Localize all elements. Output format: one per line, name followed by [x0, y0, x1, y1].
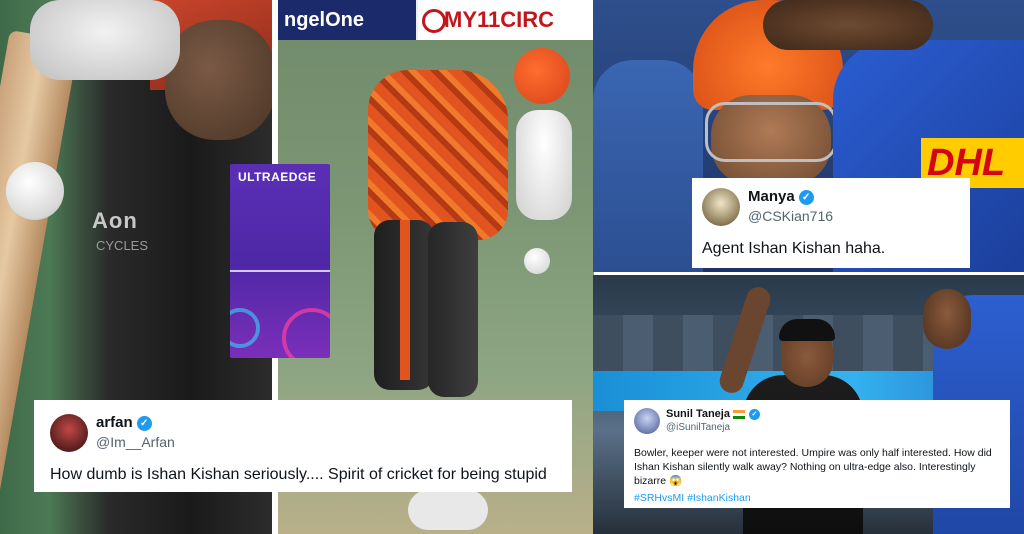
avatar[interactable]: [50, 414, 88, 452]
trouser-stripe: [400, 220, 410, 380]
batter-arm: [165, 20, 272, 140]
cricket-ball: [524, 248, 550, 274]
decorative-swirl: [282, 308, 330, 358]
decorative-swirl: [230, 308, 260, 348]
hand-on-helmet: [763, 0, 933, 50]
ultraedge-waveform-line: [230, 270, 330, 272]
batsman-shoe: [408, 490, 488, 530]
tweet-author-handle[interactable]: @Im__Arfan: [96, 434, 175, 450]
batting-pad-right: [428, 222, 478, 397]
tweet-text: Bowler, keeper were not interested. Umpi…: [634, 447, 992, 487]
batsman-helmet: [514, 48, 570, 104]
batting-glove: [30, 0, 180, 80]
tweet-author-name: arfan: [96, 414, 133, 431]
fielder-blurred: [593, 60, 703, 272]
tweet-card-arfan[interactable]: arfan ✓ @Im__Arfan How dumb is Ishan Kish…: [34, 400, 572, 492]
umpire-cap: [779, 319, 835, 341]
avatar[interactable]: [702, 188, 740, 226]
shirt-logo-sub: CYCLES: [96, 238, 149, 253]
avatar[interactable]: [634, 408, 660, 434]
helmet-grille: [705, 102, 837, 162]
verified-badge-icon: ✓: [748, 408, 760, 420]
verified-badge-icon: ✓: [798, 189, 814, 205]
tweet-card-manya[interactable]: Manya ✓ @CSKian716 Agent Ishan Kishan hah…: [692, 178, 970, 268]
advertising-board: ngelOne MY11CIRC: [278, 0, 594, 40]
tweet-author-handle[interactable]: @iSunilTaneja: [666, 422, 730, 433]
ultraedge-label: ULTRAEDGE: [238, 170, 317, 184]
tweet-author-handle[interactable]: @CSKian716: [748, 208, 833, 224]
india-flag-icon: [732, 409, 745, 419]
batting-gloves: [516, 110, 572, 220]
tweet-hashtags[interactable]: #SRHvsMI #IshanKishan: [634, 492, 751, 504]
verified-badge-icon: ✓: [136, 415, 152, 431]
tweet-text: Agent Ishan Kishan haha.: [702, 240, 886, 257]
tweet-author-name: Sunil Taneja: [666, 408, 730, 420]
ultraedge-graphic: ULTRAEDGE: [230, 164, 330, 358]
tweet-card-sunil[interactable]: Sunil Taneja ✓ @iSunilTaneja Bowler, keep…: [624, 400, 1010, 508]
shirt-logo: Aon: [92, 208, 138, 233]
board-sponsor-right: MY11CIRC: [418, 0, 594, 40]
cricket-ball: [6, 162, 64, 220]
board-sponsor-left: ngelOne: [278, 0, 416, 40]
tweet-text: How dumb is Ishan Kishan seriously.... S…: [50, 466, 547, 483]
tweet-author-name: Manya: [748, 188, 795, 205]
bowler-head: [923, 289, 971, 349]
batsman-jersey: [368, 70, 508, 240]
